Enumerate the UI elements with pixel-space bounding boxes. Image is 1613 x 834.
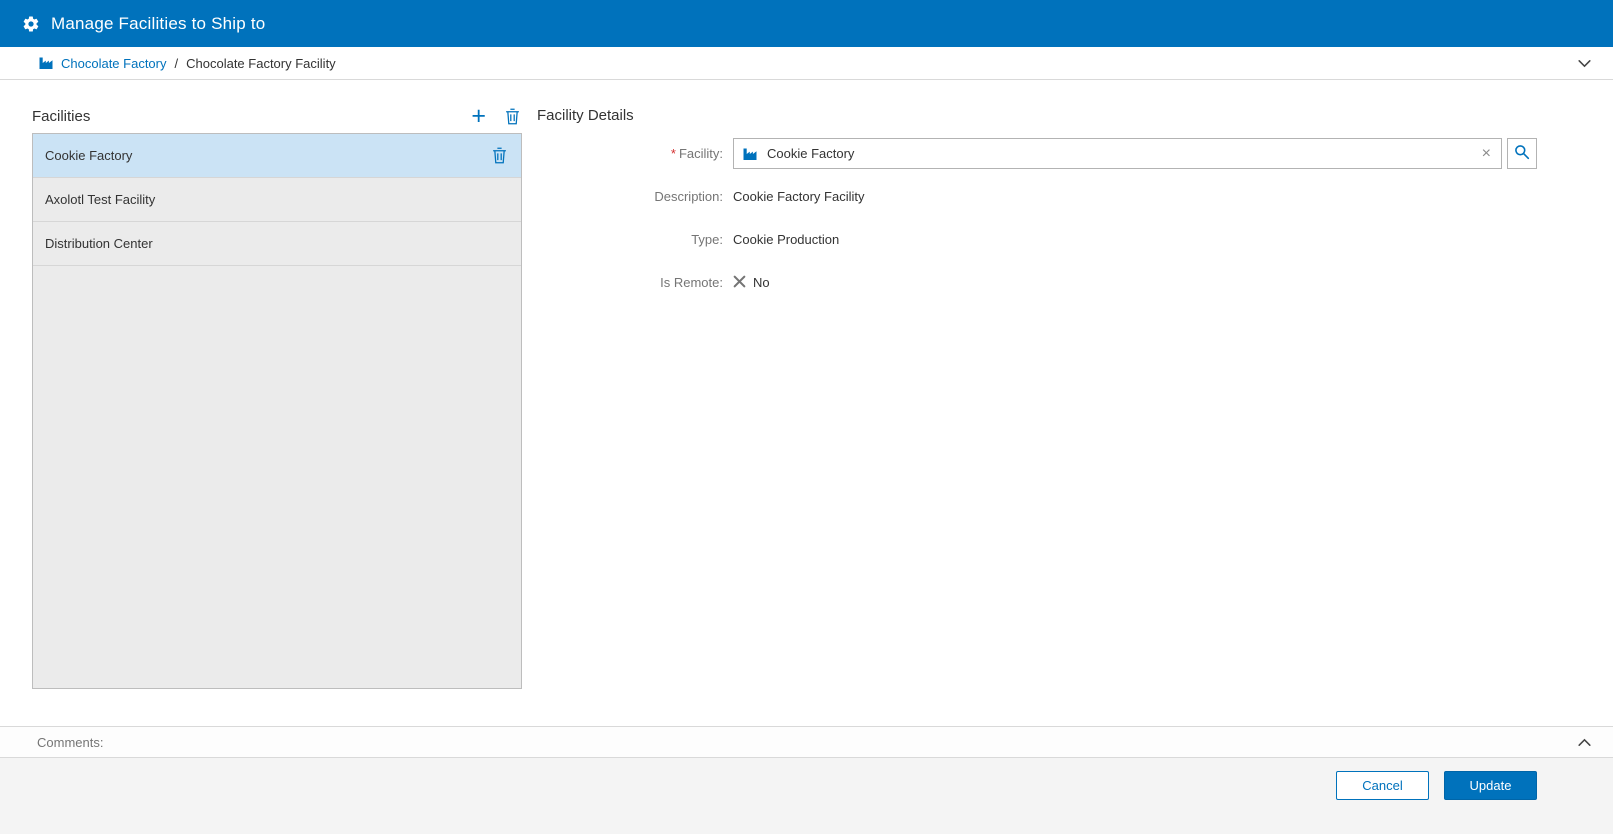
description-value: Cookie Factory Facility [733, 189, 865, 204]
type-row: Type: Cookie Production [537, 224, 1537, 255]
breadcrumb: Chocolate Factory / Chocolate Factory Fa… [0, 47, 1613, 80]
description-label: Description: [654, 189, 723, 204]
comments-bar: Comments: [0, 726, 1613, 757]
facility-label: * Facility: [670, 146, 723, 161]
x-mark-icon [733, 275, 746, 291]
list-item[interactable]: Cookie Factory [33, 134, 521, 178]
type-label: Type: [691, 232, 723, 247]
gear-icon [22, 15, 40, 33]
chevron-down-icon[interactable] [1574, 53, 1595, 74]
list-item[interactable]: Distribution Center [33, 222, 521, 266]
trash-icon[interactable] [490, 145, 509, 166]
facility-list: Cookie Factory Axolotl Test Facility Dis… [32, 133, 522, 689]
facilities-title: Facilities [32, 107, 91, 125]
facility-details-panel: Facility Details * Facility: Cookie Facto… [537, 104, 1537, 726]
search-button[interactable] [1507, 138, 1537, 169]
breadcrumb-separator: / [174, 55, 179, 71]
x-icon[interactable]: × [1480, 145, 1493, 161]
main-content: Facilities + Cookie Factory Axolotl Test… [0, 80, 1613, 726]
title-bar: Manage Facilities to Ship to [0, 0, 1613, 47]
factory-icon [38, 55, 54, 71]
facilities-panel: Facilities + Cookie Factory Axolotl Test… [32, 104, 522, 726]
footer-action-bar: Cancel Update [0, 757, 1613, 834]
factory-icon [742, 146, 758, 162]
facility-input-value: Cookie Factory [767, 146, 855, 161]
type-value: Cookie Production [733, 232, 840, 247]
facility-field-row: * Facility: Cookie Factory × [537, 138, 1537, 169]
add-facility-button[interactable]: + [469, 104, 488, 129]
facility-item-label: Cookie Factory [45, 148, 133, 163]
update-button[interactable]: Update [1444, 771, 1537, 800]
description-row: Description: Cookie Factory Facility [537, 181, 1537, 212]
facility-item-label: Axolotl Test Facility [45, 192, 156, 207]
facility-input[interactable]: Cookie Factory × [733, 138, 1502, 169]
breadcrumb-root-link[interactable]: Chocolate Factory [61, 56, 167, 71]
is-remote-row: Is Remote: No [537, 267, 1537, 298]
facility-item-label: Distribution Center [45, 236, 153, 251]
is-remote-label: Is Remote: [660, 275, 723, 290]
facility-details-title: Facility Details [537, 107, 634, 124]
chevron-up-icon[interactable] [1574, 732, 1595, 753]
magnifier-icon [1514, 144, 1530, 163]
is-remote-value: No [753, 275, 770, 290]
required-marker: * [670, 146, 676, 161]
page-title: Manage Facilities to Ship to [51, 13, 266, 33]
breadcrumb-current: Chocolate Factory Facility [186, 55, 336, 71]
list-item[interactable]: Axolotl Test Facility [33, 178, 521, 222]
comments-label: Comments: [37, 734, 104, 750]
delete-facility-button[interactable] [503, 106, 522, 127]
cancel-button[interactable]: Cancel [1336, 771, 1429, 800]
